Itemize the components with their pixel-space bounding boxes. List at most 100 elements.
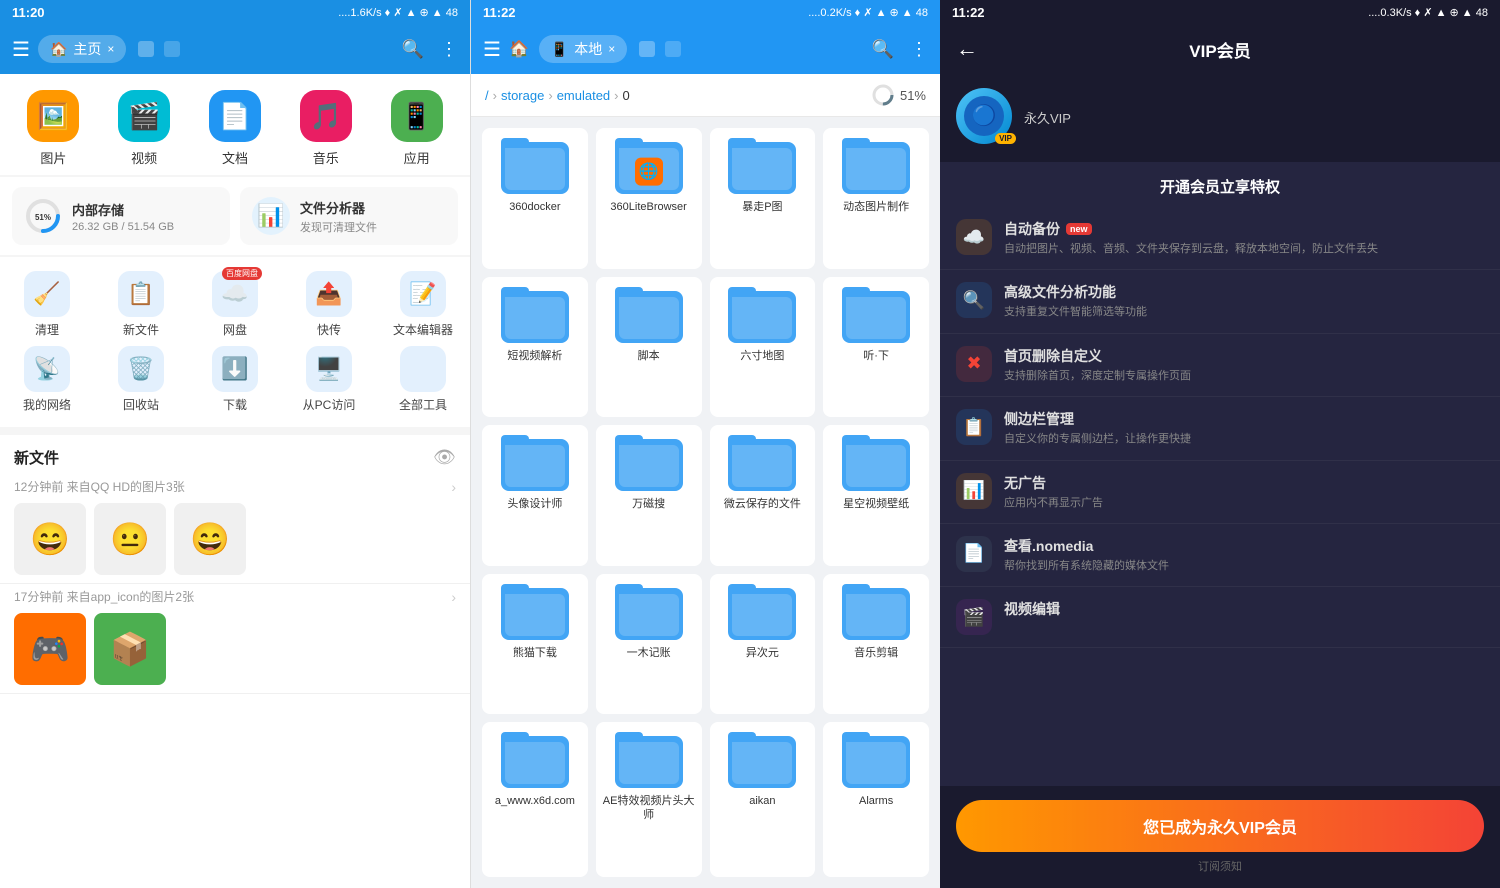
folder-name-f20: Alarms [859, 794, 893, 808]
thumb-2[interactable]: 😐 [94, 503, 166, 575]
thumb-app-1[interactable]: 🎮 [14, 613, 86, 685]
tab2-icon-2[interactable] [665, 41, 681, 57]
file-cell-f13[interactable]: 熊猫下载 [482, 574, 588, 715]
file-group-1-arrow[interactable]: › [451, 479, 456, 495]
tool-transfer[interactable]: 📤 快传 [289, 271, 369, 338]
tool-clean[interactable]: 🧹 清理 [7, 271, 87, 338]
folder-name-f6: 脚本 [638, 349, 660, 363]
file-cell-f14[interactable]: 一木记账 [596, 574, 702, 715]
vip-cta-button[interactable]: 您已成为永久VIP会员 [956, 800, 1484, 852]
cat-doc[interactable]: 📄 文档 [209, 90, 261, 167]
tool-all[interactable]: 全部工具 [383, 346, 463, 413]
svg-text:🔵: 🔵 [972, 103, 997, 127]
thumb-3[interactable]: 😄 [174, 503, 246, 575]
nav-icons-1: 🔍 ⋮ [402, 39, 458, 60]
file-cell-f17[interactable]: a_www.x6d.com [482, 722, 588, 877]
local-tab-close[interactable]: × [608, 42, 615, 56]
tool-netdisk[interactable]: ☁️ 百度网盘 网盘 [195, 271, 275, 338]
thumb-1[interactable]: 😄 [14, 503, 86, 575]
folder-name-f13: 熊猫下载 [513, 646, 557, 660]
tool-all-label: 全部工具 [399, 396, 447, 413]
menu-icon-2[interactable]: ☰ [483, 37, 501, 62]
internal-storage-sub: 26.32 GB / 51.54 GB [72, 221, 174, 233]
benefit-analyze[interactable]: 🔍高级文件分析功能支持重复文件智能筛选等功能 [940, 270, 1500, 333]
vip-badge: VIP [995, 133, 1016, 144]
internal-storage-card[interactable]: 51% 内部存储 26.32 GB / 51.54 GB [12, 187, 230, 245]
analyzer-card[interactable]: 📊 文件分析器 发现可清理文件 [240, 187, 458, 245]
benefit-noad[interactable]: 📊无广告应用内不再显示广告 [940, 461, 1500, 524]
tool-download[interactable]: ⬇️ 下载 [195, 346, 275, 413]
thumb-app-2[interactable]: 📦 [94, 613, 166, 685]
search-icon-1[interactable]: 🔍 [402, 39, 424, 60]
benefit-title-sidebar: 侧边栏管理 [1004, 409, 1191, 429]
folder-icon-f17 [501, 732, 569, 788]
benefit-text-backup: 自动备份new自动把图片、视频、音频、文件夹保存到云盘，释放本地空间，防止文件丢… [1004, 219, 1378, 257]
benefit-desc-analyze: 支持重复文件智能筛选等功能 [1004, 305, 1147, 320]
more-icon-2[interactable]: ⋮ [910, 39, 928, 60]
search-icon-2[interactable]: 🔍 [872, 39, 894, 60]
file-cell-f3[interactable]: 暴走P图 [710, 128, 816, 269]
back-arrow[interactable]: ← [956, 36, 978, 62]
menu-icon-1[interactable]: ☰ [12, 37, 30, 62]
breadcrumb-emulated[interactable]: emulated [557, 88, 610, 103]
internal-storage-info: 内部存储 26.32 GB / 51.54 GB [72, 200, 174, 233]
cat-music[interactable]: 🎵 音乐 [300, 90, 352, 167]
cat-app[interactable]: 📱 应用 [391, 90, 443, 167]
file-cell-f20[interactable]: Alarms [823, 722, 929, 877]
file-cell-f5[interactable]: 短视频解析 [482, 277, 588, 418]
cat-video[interactable]: 🎬 视频 [118, 90, 170, 167]
tool-pc[interactable]: 🖥️ 从PC访问 [289, 346, 369, 413]
benefit-backup[interactable]: ☁️自动备份new自动把图片、视频、音频、文件夹保存到云盘，释放本地空间，防止文… [940, 207, 1500, 270]
folder-name-f14: 一木记账 [627, 646, 671, 660]
file-cell-f18[interactable]: AE特效视频片头大师 [596, 722, 702, 877]
cat-images-label: 图片 [40, 148, 66, 167]
benefit-home[interactable]: ✖首页删除自定义支持删除首页，深度定制专属操作页面 [940, 334, 1500, 397]
file-cell-f12[interactable]: 星空视频壁纸 [823, 425, 929, 566]
file-cell-f4[interactable]: 动态图片制作 [823, 128, 929, 269]
breadcrumb-bar: / › storage › emulated › 0 51% [471, 74, 940, 117]
benefit-icon-home: ✖ [956, 346, 992, 382]
file-cell-f10[interactable]: 万磁搜 [596, 425, 702, 566]
benefit-videoeditor[interactable]: 🎬视频编辑 [940, 587, 1500, 648]
file-cell-f9[interactable]: 头像设计师 [482, 425, 588, 566]
tool-trash[interactable]: 🗑️ 回收站 [101, 346, 181, 413]
tab-icon-1[interactable] [138, 41, 154, 57]
more-icon-1[interactable]: ⋮ [440, 39, 458, 60]
tab-icon-2[interactable] [164, 41, 180, 57]
file-group-2-arrow[interactable]: › [451, 589, 456, 605]
tool-trash-icon: 🗑️ [118, 346, 164, 392]
cat-images[interactable]: 🖼️ 图片 [27, 90, 79, 167]
tool-clean-label: 清理 [35, 321, 59, 338]
tool-editor[interactable]: 📝 文本编辑器 [383, 271, 463, 338]
file-cell-f7[interactable]: 六寸地图 [710, 277, 816, 418]
home-tab[interactable]: 🏠 主页 × [38, 35, 126, 63]
cat-images-icon: 🖼️ [27, 90, 79, 142]
local-tab[interactable]: 📱 本地 × [539, 35, 627, 63]
file-cell-f19[interactable]: aikan [710, 722, 816, 877]
panel3-nav: ← VIP会员 [940, 24, 1500, 74]
file-cell-f8[interactable]: 听·下 [823, 277, 929, 418]
breadcrumb-root[interactable]: / [485, 88, 489, 103]
breadcrumb-storage[interactable]: storage [501, 88, 544, 103]
folder-icon-f7 [728, 287, 796, 343]
vip-sub-text[interactable]: 订阅须知 [956, 858, 1484, 874]
eye-icon[interactable]: 👁 [433, 447, 456, 468]
file-cell-f16[interactable]: 音乐剪辑 [823, 574, 929, 715]
home-tab-close[interactable]: × [107, 42, 114, 56]
file-cell-f15[interactable]: 异次元 [710, 574, 816, 715]
file-cell-f2[interactable]: 🌐360LiteBrowser [596, 128, 702, 269]
tab2-icon-1[interactable] [639, 41, 655, 57]
breadcrumb-0[interactable]: 0 [623, 88, 630, 103]
benefit-sidebar[interactable]: 📋侧边栏管理自定义你的专属侧边栏，让操作更快捷 [940, 397, 1500, 460]
file-cell-f6[interactable]: 脚本 [596, 277, 702, 418]
file-cell-f11[interactable]: 微云保存的文件 [710, 425, 816, 566]
tool-newfile[interactable]: 📋 新文件 [101, 271, 181, 338]
nav-bar-1: ☰ 🏠 主页 × 🔍 ⋮ [0, 24, 470, 74]
benefit-nomedia[interactable]: 📄查看.nomedia帮你找到所有系统隐藏的媒体文件 [940, 524, 1500, 587]
benefit-icon-noad: 📊 [956, 473, 992, 509]
home-nav-icon-2[interactable]: 🏠 [509, 39, 529, 59]
file-cell-f1[interactable]: 360docker [482, 128, 588, 269]
benefits-list: ☁️自动备份new自动把图片、视频、音频、文件夹保存到云盘，释放本地空间，防止文… [940, 207, 1500, 786]
tool-network[interactable]: 📡 我的网络 [7, 346, 87, 413]
new-files-title: 新文件 [14, 447, 59, 468]
